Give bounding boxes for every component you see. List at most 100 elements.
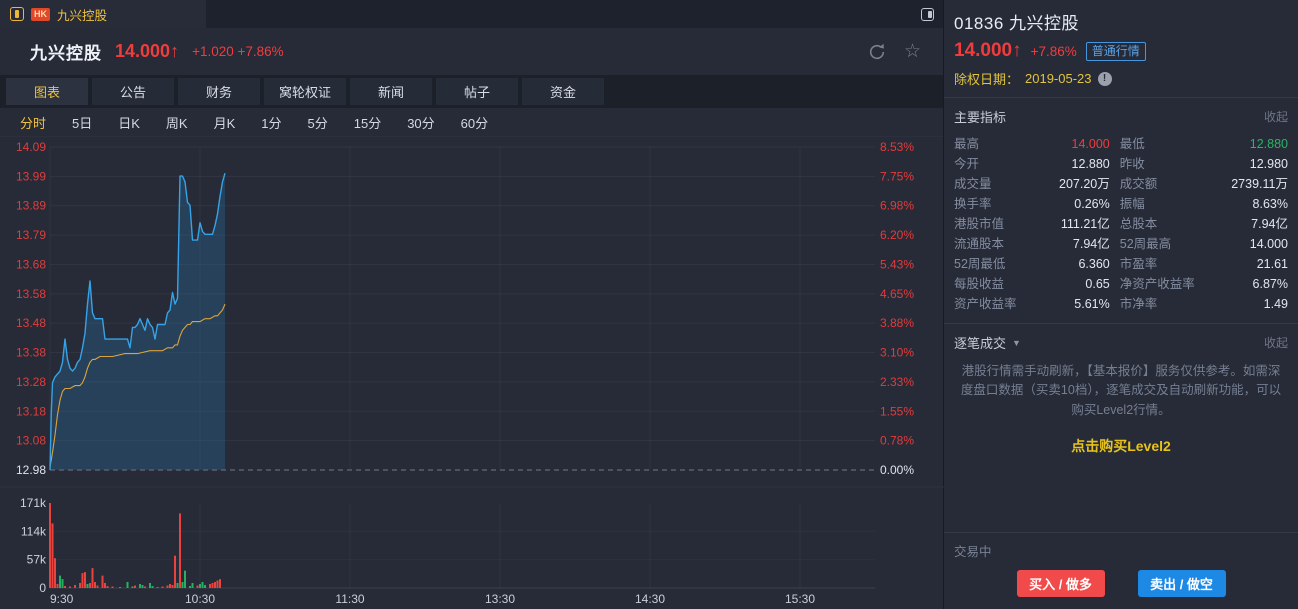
quote-panel: 01836 九兴控股 14.000↑ +7.86% 普通行情 除权日期： 201… (944, 0, 1298, 609)
indicator-label: 最高 (954, 137, 980, 151)
info-icon[interactable]: ! (1097, 71, 1112, 86)
indicator-value: 6.87% (1252, 277, 1288, 291)
hk-market-badge: HK (31, 7, 50, 21)
favorite-star-icon[interactable]: ☆ (904, 42, 921, 61)
indicator-value: 7.94亿 (1251, 217, 1288, 231)
ticks-section-title: 逐笔成交 (954, 336, 1007, 351)
svg-text:12.98: 12.98 (16, 463, 46, 477)
refresh-icon[interactable] (867, 42, 887, 62)
svg-text:13.79: 13.79 (16, 228, 46, 242)
tab-financials[interactable]: 财务 (178, 78, 260, 105)
stock-tab-title: 九兴控股 (57, 8, 108, 23)
svg-text:2.33%: 2.33% (880, 375, 914, 389)
indicator-label: 换手率 (954, 197, 992, 211)
tab-announcements[interactable]: 公告 (92, 78, 174, 105)
stock-tab[interactable]: HK 九兴控股 (0, 0, 206, 28)
svg-text:13.28: 13.28 (16, 375, 46, 389)
period-15min[interactable]: 15分 (354, 113, 381, 132)
tab-funds[interactable]: 资金 (522, 78, 604, 105)
indicator-label: 流通股本 (954, 237, 1005, 251)
svg-text:6.98%: 6.98% (880, 199, 914, 213)
svg-text:11:30: 11:30 (335, 592, 364, 606)
svg-text:10:30: 10:30 (185, 592, 215, 606)
svg-text:171k: 171k (20, 496, 47, 510)
svg-text:13.18: 13.18 (16, 404, 46, 418)
buy-level2-link[interactable]: 点击购买Level2 (954, 436, 1288, 456)
indicator-label: 资产收益率 (954, 297, 1017, 311)
tab-chart[interactable]: 图表 (6, 78, 88, 105)
svg-text:4.65%: 4.65% (880, 287, 914, 301)
svg-text:9:30: 9:30 (50, 592, 74, 606)
stock-price: 14.000↑ (115, 41, 180, 61)
indicator-label: 市净率 (1119, 297, 1158, 311)
period-30min[interactable]: 30分 (407, 113, 434, 132)
svg-text:13.89: 13.89 (16, 199, 46, 213)
stock-app-window: HK 九兴控股 九兴控股 14.000↑ +1.020 +7.86% ☆ 图表公… (0, 0, 1298, 609)
indicator-label: 今开 (954, 157, 980, 171)
svg-text:1.55%: 1.55% (880, 404, 914, 418)
svg-text:0.78%: 0.78% (880, 434, 914, 448)
volume-bars (49, 503, 221, 588)
minute-chart[interactable]: 14.09 8.53% 13.99 7.75% 13.89 6.98% 13.79 6.20%… (0, 137, 944, 609)
indicators-section-title: 主要指标 (954, 110, 1007, 125)
quote-level-badge[interactable]: 普通行情 (1085, 41, 1146, 61)
indicator-label: 昨收 (1119, 157, 1145, 171)
period-5min[interactable]: 5分 (308, 113, 328, 132)
indicator-label: 成交量 (954, 177, 992, 191)
indicator-label: 总股本 (1119, 217, 1158, 231)
period-daily-k[interactable]: 日K (118, 113, 140, 132)
period-60min[interactable]: 60分 (461, 113, 488, 132)
period-timeline[interactable]: 分时 (20, 113, 46, 132)
indicator-label: 52周最低 (954, 257, 1006, 271)
indicator-value: 5.61% (1074, 297, 1110, 311)
trade-section: 交易中 买入 / 做多 卖出 / 做空 (944, 532, 1298, 597)
caret-down-icon[interactable]: ▼ (1012, 338, 1021, 348)
top-bar: HK 九兴控股 (0, 0, 943, 28)
ticks-collapse-button[interactable]: 收起 (1264, 334, 1288, 351)
indicator-value: 111.21亿 (1060, 217, 1110, 231)
tab-news[interactable]: 新闻 (350, 78, 432, 105)
sell-short-button[interactable]: 卖出 / 做空 (1137, 570, 1226, 597)
indicator-label: 成交额 (1119, 177, 1158, 191)
tab-posts[interactable]: 帖子 (436, 78, 518, 105)
exdate-label: 除权日期： (954, 72, 1020, 87)
indicator-label: 52周最高 (1119, 237, 1172, 251)
period-weekly-k[interactable]: 周K (166, 113, 188, 132)
period-1min[interactable]: 1分 (261, 113, 281, 132)
divider (944, 97, 1298, 98)
stock-name: 九兴控股 (30, 44, 102, 63)
svg-text:0.00%: 0.00% (880, 463, 914, 477)
indicator-label: 最低 (1119, 137, 1145, 151)
svg-text:0: 0 (39, 581, 46, 595)
indicator-value: 14.000 (1249, 237, 1288, 251)
indicator-value: 7.94亿 (1072, 237, 1110, 251)
indicators-grid: 最高 14.000 最低 12.880 今开 12.880 昨收 12.980 成交量 207.2… (954, 134, 1288, 314)
panel-toggle-icon[interactable] (921, 7, 934, 21)
up-arrow-icon: ↑ (170, 41, 180, 61)
buy-long-button[interactable]: 买入 / 做多 (1016, 570, 1105, 597)
period-tabs: 分时 5日 日K 周K 月K 1分 5分 15分 30分 60分 (0, 108, 943, 137)
svg-text:13.58: 13.58 (16, 287, 46, 301)
svg-text:13.48: 13.48 (16, 316, 46, 330)
divider (944, 323, 1298, 324)
svg-text:7.75%: 7.75% (880, 169, 914, 183)
period-monthly-k[interactable]: 月K (214, 113, 236, 132)
indicator-label: 振幅 (1119, 197, 1145, 211)
indicator-value: 1.49 (1263, 297, 1288, 311)
indicator-value: 12.880 (1071, 157, 1110, 171)
indicators-collapse-button[interactable]: 收起 (1264, 108, 1288, 125)
indicator-label: 港股市值 (954, 217, 1005, 231)
indicator-value: 12.980 (1249, 157, 1288, 171)
indicator-value: 207.20万 (1059, 177, 1110, 191)
svg-text:13.99: 13.99 (16, 169, 46, 183)
svg-text:114k: 114k (21, 524, 47, 538)
tab-warrants[interactable]: 窝轮权证 (264, 78, 346, 105)
svg-text:14.09: 14.09 (16, 140, 46, 154)
indicator-value: 21.61 (1256, 257, 1288, 271)
period-5day[interactable]: 5日 (72, 113, 92, 132)
trading-status-text: 交易中 (954, 545, 992, 559)
indicator-value: 0.65 (1085, 277, 1110, 291)
indicator-label: 净资产收益率 (1119, 277, 1195, 291)
svg-text:15:30: 15:30 (785, 592, 815, 606)
stock-change: +1.020 +7.86% (192, 44, 284, 59)
